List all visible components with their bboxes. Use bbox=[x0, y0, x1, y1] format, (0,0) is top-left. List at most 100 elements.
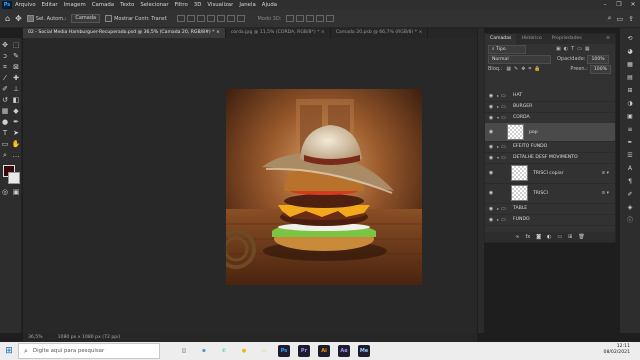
smart-filter-icon[interactable]: ⊘ ▾ bbox=[601, 191, 609, 196]
history-panel-icon[interactable]: ⟲ bbox=[626, 34, 635, 43]
gradients-panel-icon[interactable]: ▤ bbox=[626, 73, 635, 82]
align-buttons[interactable] bbox=[177, 15, 247, 22]
delete-layer-icon[interactable]: 🗑 bbox=[578, 234, 584, 240]
swatches-panel-icon[interactable]: ▦ bbox=[626, 60, 635, 69]
zoom-level[interactable]: 36,5% bbox=[28, 335, 43, 340]
stamp-tool-icon[interactable]: ⊥ bbox=[12, 85, 21, 94]
move-tool-icon[interactable]: ✥ bbox=[15, 14, 22, 23]
blur-tool-icon[interactable]: ◆ bbox=[12, 107, 21, 116]
eraser-tool-icon[interactable]: ◧ bbox=[12, 96, 21, 105]
healing-brush-icon[interactable]: ✚ bbox=[12, 74, 21, 83]
tab-camadas[interactable]: Camadas bbox=[485, 34, 517, 44]
layer-style-icon[interactable]: fx bbox=[525, 234, 530, 240]
close-button[interactable]: ✕ bbox=[626, 0, 640, 10]
paragraph-panel-icon[interactable]: ¶ bbox=[626, 177, 635, 186]
visibility-eye-icon[interactable]: ◉ bbox=[487, 93, 495, 99]
document-canvas-image[interactable] bbox=[226, 89, 422, 285]
quick-select-tool-icon[interactable]: ✎ bbox=[12, 52, 21, 61]
rectangle-tool-icon[interactable]: ▭ bbox=[1, 140, 10, 149]
tab-corda[interactable]: corda.jpg @ 11,5% (CORDA, RGB/8*) * × bbox=[226, 28, 331, 38]
system-clock[interactable]: 12:11 08/02/2021 bbox=[604, 344, 630, 356]
menu-item-editar[interactable]: Editar bbox=[42, 2, 58, 8]
adjustments-panel-icon[interactable]: ◑ bbox=[626, 99, 635, 108]
more-tools-icon[interactable]: … bbox=[12, 151, 21, 160]
blend-mode-select[interactable]: Normal bbox=[488, 54, 551, 64]
smart-filter-icon[interactable]: ⊘ ▾ bbox=[601, 171, 609, 176]
history-brush-icon[interactable]: ↺ bbox=[1, 96, 10, 105]
menu-item-filtro[interactable]: Filtro bbox=[175, 2, 188, 8]
color-panel-icon[interactable]: ◕ bbox=[626, 47, 635, 56]
libraries-panel-icon[interactable]: ▣ bbox=[626, 112, 635, 121]
visibility-eye-icon[interactable]: ◉ bbox=[487, 104, 495, 110]
after-effects-icon[interactable]: Ae bbox=[338, 345, 350, 357]
hand-tool-icon[interactable]: ✋ bbox=[12, 140, 21, 149]
layer-row-fundo[interactable]: ◉ ▸ ▭ FUNDO bbox=[485, 214, 615, 226]
auto-select-option[interactable]: Sel. Autom.: bbox=[26, 15, 66, 22]
new-group-icon[interactable]: ▭ bbox=[557, 234, 562, 240]
menu-item-selecionar[interactable]: Selecionar bbox=[140, 2, 168, 8]
layer-row-trisci-copiar[interactable]: ◉ TRISCI copiar ⊘ ▾ bbox=[485, 163, 615, 184]
opacity-field[interactable]: 100% bbox=[587, 54, 609, 64]
patterns-panel-icon[interactable]: ⊞ bbox=[626, 86, 635, 95]
maximize-button[interactable]: ❐ bbox=[612, 0, 626, 10]
gradient-tool-icon[interactable]: ▦ bbox=[1, 107, 10, 116]
paths-panel-icon[interactable]: ✒ bbox=[626, 138, 635, 147]
visibility-eye-icon[interactable]: ◉ bbox=[487, 170, 495, 176]
menu-item-visualizar[interactable]: Visualizar bbox=[207, 2, 233, 8]
media-encoder-icon[interactable]: Me bbox=[358, 345, 370, 357]
tab-propriedades[interactable]: Propriedades bbox=[547, 34, 587, 44]
premiere-icon[interactable]: Pr bbox=[298, 345, 310, 357]
transform-controls-option[interactable]: Mostrar Contr. Transf. bbox=[105, 15, 167, 22]
quick-mask-icon[interactable]: ◎ bbox=[1, 188, 10, 197]
auto-select-target-dropdown[interactable]: Camada bbox=[71, 14, 101, 23]
menu-item-ajuda[interactable]: Ajuda bbox=[262, 2, 277, 8]
dodge-tool-icon[interactable]: ● bbox=[1, 118, 10, 127]
layer-row-pop[interactable]: ◉ pop bbox=[485, 123, 615, 142]
close-tab-icon[interactable]: × bbox=[419, 30, 423, 35]
auto-select-checkbox[interactable] bbox=[26, 15, 34, 22]
tab-historico[interactable]: Histórico bbox=[516, 34, 546, 44]
fill-field[interactable]: 100% bbox=[589, 64, 611, 74]
zoom-tool-icon[interactable]: ⌕ bbox=[1, 151, 10, 160]
visibility-eye-icon[interactable]: ◉ bbox=[487, 144, 495, 150]
tab-camada-20[interactable]: Camada 20.psb @ 66,7% (RGB/8) * × bbox=[331, 28, 429, 38]
menu-item-texto[interactable]: Texto bbox=[120, 2, 134, 8]
adjustment-layer-icon[interactable]: ◐ bbox=[547, 234, 551, 240]
filter-icons[interactable]: ▣◐T▭▦ bbox=[556, 46, 593, 52]
brushes-panel-icon[interactable]: ✐ bbox=[626, 190, 635, 199]
whatsapp-icon[interactable]: ✆ bbox=[218, 345, 230, 357]
search-icon[interactable]: ⌕ bbox=[608, 14, 612, 23]
path-select-icon[interactable]: ➤ bbox=[12, 129, 21, 138]
channels-panel-icon[interactable]: ≡ bbox=[626, 125, 635, 134]
menu-item-imagem[interactable]: Imagem bbox=[64, 2, 86, 8]
home-icon[interactable]: ⌂ bbox=[5, 14, 10, 23]
edge-icon[interactable]: e bbox=[198, 345, 210, 357]
link-layers-icon[interactable]: ∞ bbox=[515, 234, 519, 240]
menu-item-camada[interactable]: Camada bbox=[92, 2, 114, 8]
illustrator-icon[interactable]: Ai bbox=[318, 345, 330, 357]
background-color-swatch[interactable] bbox=[7, 172, 20, 184]
layers-panel-icon[interactable]: ◈ bbox=[626, 203, 635, 212]
share-icon[interactable]: ⇪ bbox=[628, 15, 634, 23]
crop-tool-icon[interactable]: ⌗ bbox=[1, 63, 10, 72]
tab-social-media-hamburguer[interactable]: 02 - Social Media Hamburguer-Recuperado.… bbox=[23, 28, 226, 38]
lasso-tool-icon[interactable]: ↄ bbox=[1, 52, 10, 61]
3d-mode-buttons[interactable] bbox=[286, 15, 336, 22]
explorer-icon[interactable]: ▭ bbox=[258, 345, 270, 357]
taskbar-search-box[interactable]: ⌕ Digite aqui para pesquisar bbox=[18, 343, 160, 359]
menu-item-janela[interactable]: Janela bbox=[239, 2, 255, 8]
visibility-eye-icon[interactable]: ◉ bbox=[487, 115, 495, 121]
character-panel-icon[interactable]: A bbox=[626, 164, 635, 173]
close-tab-icon[interactable]: × bbox=[216, 30, 220, 35]
chrome-icon[interactable]: ● bbox=[238, 345, 250, 357]
marquee-tool-icon[interactable]: ⬚ bbox=[12, 41, 21, 50]
task-view-icon[interactable]: ◫ bbox=[178, 345, 190, 357]
panel-menu-icon[interactable]: ≡ bbox=[601, 34, 615, 44]
windows-start-icon[interactable]: ⊞ bbox=[0, 342, 18, 360]
info-panel-icon[interactable]: ⓘ bbox=[626, 216, 635, 225]
add-mask-icon[interactable]: ◙ bbox=[536, 234, 541, 240]
visibility-eye-icon[interactable]: ◉ bbox=[487, 190, 495, 196]
minimize-button[interactable]: – bbox=[598, 0, 612, 10]
new-layer-icon[interactable]: ⊞ bbox=[568, 234, 572, 240]
visibility-eye-icon[interactable]: ◉ bbox=[487, 155, 495, 161]
